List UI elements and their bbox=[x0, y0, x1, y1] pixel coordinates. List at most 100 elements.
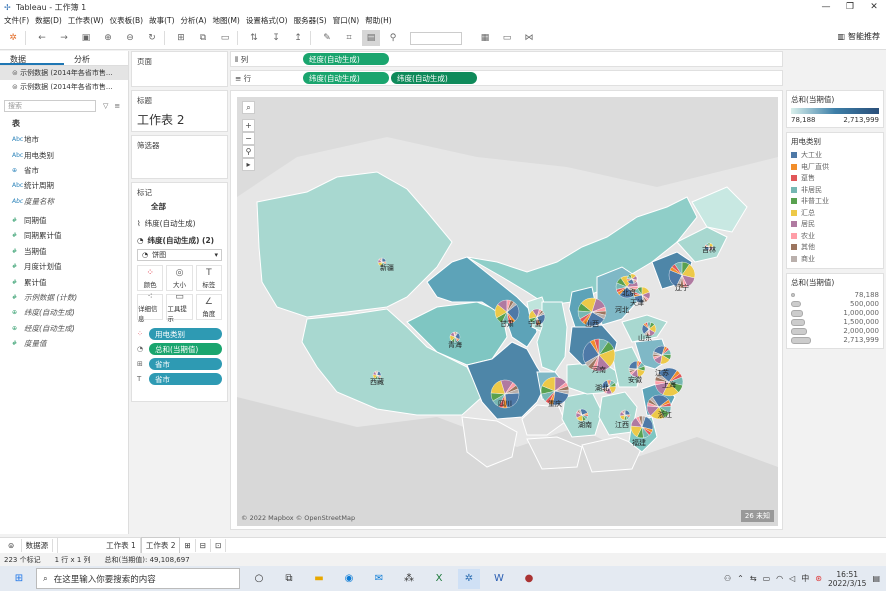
menu-dashboard[interactable]: 仪表板(B) bbox=[110, 15, 144, 26]
app-icon[interactable]: ⁂ bbox=[398, 569, 420, 589]
cortana-icon[interactable]: ○ bbox=[248, 569, 270, 589]
pages-card[interactable]: 页面 bbox=[131, 51, 228, 87]
app-tray-icon[interactable]: ⊛ bbox=[815, 574, 822, 583]
field-measure[interactable]: # 月度计划值 bbox=[0, 259, 128, 274]
field-measure[interactable]: # 度量值 bbox=[0, 336, 128, 351]
map-canvas[interactable]: 新疆 西藏 青海 甘肃 宁夏 四川 重庆 山西 河北 北京 天津 吉林 辽宁 山东 河南 湖北 安徽 江苏 上海 浙江… bbox=[237, 97, 778, 526]
battery-icon[interactable]: ▭ bbox=[763, 574, 771, 583]
start-icon[interactable]: ⊞ bbox=[8, 569, 30, 589]
tab-data[interactable]: 数据 bbox=[0, 51, 64, 65]
legend-item[interactable]: 电厂直供 bbox=[791, 162, 879, 172]
mark-pill-province[interactable]: 省市 bbox=[149, 358, 222, 370]
label-button[interactable]: T 标签 bbox=[195, 265, 222, 291]
filters-card[interactable]: 筛选器 bbox=[131, 135, 228, 179]
field-measure[interactable]: # 同期累计值 bbox=[0, 228, 128, 243]
expand-icon[interactable]: ▸ bbox=[242, 158, 255, 171]
menu-story[interactable]: 故事(T) bbox=[149, 15, 174, 26]
presentation-icon[interactable]: ▭ bbox=[498, 30, 516, 46]
file-explorer-icon[interactable]: ▬ bbox=[308, 569, 330, 589]
datasource-item[interactable]: ⊜ 示例数据 (2014年各省市售... bbox=[0, 66, 128, 80]
fit-dropdown[interactable] bbox=[410, 31, 462, 45]
field-search-input[interactable]: 搜索 bbox=[4, 100, 96, 112]
legend-item[interactable]: 其他 bbox=[791, 242, 879, 252]
map-search-icon[interactable]: ⌕ bbox=[242, 101, 255, 114]
edge-icon[interactable]: ◉ bbox=[338, 569, 360, 589]
minimize-button[interactable]: — bbox=[814, 2, 838, 12]
datasource-item[interactable]: ⊜ 示例数据 (2014年各省市售... bbox=[0, 80, 128, 94]
columns-pill-longitude[interactable]: 经度(自动生成) bbox=[303, 53, 389, 65]
color-button[interactable]: ⁘ 颜色 bbox=[137, 265, 164, 291]
mark-pill-category[interactable]: 用电类别 bbox=[149, 328, 222, 340]
new-sheet-icon[interactable]: ⊞ bbox=[172, 30, 190, 46]
legend-item[interactable]: 汇总 bbox=[791, 208, 879, 218]
rows-pill-latitude[interactable]: 纬度(自动生成) bbox=[303, 72, 389, 84]
redo-icon[interactable]: → bbox=[55, 30, 73, 46]
maximize-button[interactable]: ❐ bbox=[838, 2, 862, 12]
notification-icon[interactable]: ▤ bbox=[872, 574, 880, 583]
filter-icon[interactable]: ▽ bbox=[103, 102, 108, 110]
pin-icon[interactable]: ⚲ bbox=[242, 145, 255, 158]
legend-item[interactable]: 商业 bbox=[791, 254, 879, 264]
angle-button[interactable]: ∠ 角度 bbox=[195, 294, 222, 320]
people-icon[interactable]: ⚇ bbox=[724, 574, 731, 583]
size-legend[interactable]: 总和(当期值) 78,188 500,000 1,000,000 1,500,000 2… bbox=[786, 273, 884, 349]
group-icon[interactable]: ⌗ bbox=[340, 30, 358, 46]
title-card[interactable]: 标题 工作表 2 bbox=[131, 90, 228, 132]
field-dimension[interactable]: Abc 用电类别 bbox=[0, 147, 128, 162]
field-measure[interactable]: ⊕ 经度(自动生成) bbox=[0, 321, 128, 336]
legend-item[interactable]: 农业 bbox=[791, 231, 879, 241]
zoom-out-icon[interactable]: − bbox=[242, 132, 255, 145]
mark-pill-province[interactable]: 省市 bbox=[149, 373, 222, 385]
new-dashboard-icon[interactable]: ⊟ bbox=[196, 539, 212, 552]
pause-updates-icon[interactable]: ⊖ bbox=[121, 30, 139, 46]
tab-datasource[interactable]: ⊜ 数据源 bbox=[0, 538, 59, 553]
highlight-icon[interactable]: ✎ bbox=[318, 30, 336, 46]
marks-lat2-tab[interactable]: ◔ 纬度(自动生成) (2) bbox=[137, 232, 222, 249]
legend-item[interactable]: 非居民 bbox=[791, 185, 879, 195]
taskbar-clock[interactable]: 16:51 2022/3/15 bbox=[828, 570, 866, 588]
menu-file[interactable]: 文件(F) bbox=[4, 15, 29, 26]
menu-worksheet[interactable]: 工作表(W) bbox=[68, 15, 104, 26]
undo-icon[interactable]: ← bbox=[33, 30, 51, 46]
field-dimension[interactable]: Abc 统计周期 bbox=[0, 178, 128, 193]
sheet-title[interactable]: 工作表 2 bbox=[137, 111, 222, 128]
columns-shelf[interactable]: ⦀ 列 经度(自动生成) bbox=[230, 51, 783, 67]
network-icon[interactable]: ⇆ bbox=[750, 574, 757, 583]
mark-pill-sum[interactable]: 总和(当期值) bbox=[149, 343, 222, 355]
volume-icon[interactable]: ◁ bbox=[789, 574, 795, 583]
excel-icon[interactable]: X bbox=[428, 569, 450, 589]
tab-sheet2[interactable]: 工作表 2 bbox=[140, 536, 181, 555]
menu-analysis[interactable]: 分析(A) bbox=[181, 15, 207, 26]
field-dimension[interactable]: ⊕ 省市 bbox=[0, 163, 128, 178]
sort-desc-icon[interactable]: ↥ bbox=[289, 30, 307, 46]
legend-item[interactable]: 非普工业 bbox=[791, 196, 879, 206]
save-icon[interactable]: ▣ bbox=[77, 30, 95, 46]
category-legend[interactable]: 用电类别 大工业 电厂直供 趸售 非居民 非普工业 汇总 居民 农业 其他 商业 bbox=[786, 132, 884, 269]
view-options-icon[interactable]: ≡ bbox=[114, 102, 120, 110]
clear-sheet-icon[interactable]: ▭ bbox=[216, 30, 234, 46]
legend-item[interactable]: 大工业 bbox=[791, 150, 879, 160]
menu-map[interactable]: 地图(M) bbox=[213, 15, 240, 26]
show-me-button[interactable]: ▥ 智能推荐 bbox=[837, 31, 880, 42]
mail-icon[interactable]: ✉ bbox=[368, 569, 390, 589]
field-measure[interactable]: # 累计值 bbox=[0, 274, 128, 289]
avatar-icon[interactable]: ● bbox=[518, 569, 540, 589]
legend-item[interactable]: 趸售 bbox=[791, 173, 879, 183]
field-measure[interactable]: # 当期值 bbox=[0, 244, 128, 259]
rows-shelf[interactable]: ≡ 行 纬度(自动生成) 纬度(自动生成) bbox=[230, 70, 783, 86]
marks-all-tab[interactable]: 全部 bbox=[137, 198, 222, 215]
menu-format[interactable]: 设置格式(O) bbox=[246, 15, 288, 26]
menu-window[interactable]: 窗口(N) bbox=[333, 15, 359, 26]
field-dimension[interactable]: Abc 度量名称 bbox=[0, 194, 128, 209]
field-measure[interactable]: # 示例数据 (计数) bbox=[0, 290, 128, 305]
ime-indicator[interactable]: 中 bbox=[801, 573, 809, 584]
menu-help[interactable]: 帮助(H) bbox=[365, 15, 392, 26]
pin-icon[interactable]: ⚲ bbox=[384, 30, 402, 46]
mark-type-select[interactable]: ◔ 饼图 ▾ bbox=[137, 249, 222, 261]
duplicate-sheet-icon[interactable]: ⧉ bbox=[194, 30, 212, 46]
tableau-icon[interactable]: ✲ bbox=[4, 30, 22, 46]
detail-button[interactable]: ⁖ 详细信息 bbox=[137, 292, 164, 323]
zoom-in-icon[interactable]: + bbox=[242, 119, 255, 132]
new-datasource-icon[interactable]: ⊕ bbox=[99, 30, 117, 46]
show-cards-icon[interactable]: ▦ bbox=[476, 30, 494, 46]
